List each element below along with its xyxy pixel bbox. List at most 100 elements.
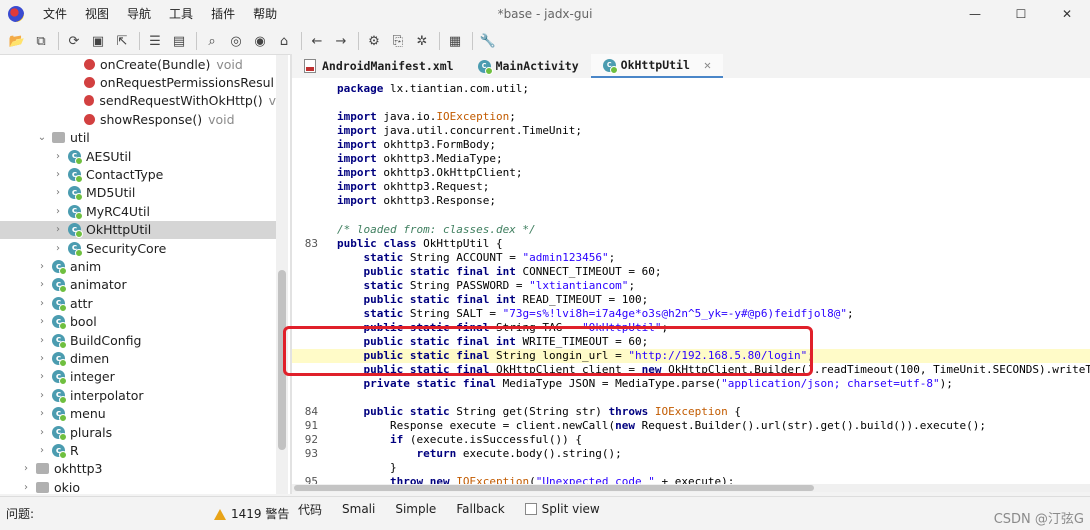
tree-item[interactable]: › c dimen xyxy=(0,349,276,368)
code-text[interactable]: Response execute = client.newCall(new Re… xyxy=(337,419,986,433)
view-tab-simple[interactable]: Simple xyxy=(395,502,436,516)
menu-item[interactable]: 工具 xyxy=(160,0,202,28)
view-tab-fallback[interactable]: Fallback xyxy=(456,502,504,516)
add-files-button[interactable]: ⧉ xyxy=(30,30,52,52)
tree-item[interactable]: › c bool xyxy=(0,313,276,331)
tab-androidmanifest-xml[interactable]: AndroidManifest.xml xyxy=(292,54,466,78)
tree-item[interactable]: › c R xyxy=(0,441,276,460)
home-button[interactable]: ⌂ xyxy=(273,30,295,52)
expand-toggle-icon[interactable]: ⌄ xyxy=(36,132,48,143)
expand-toggle-icon[interactable]: › xyxy=(36,371,48,382)
editor-scroll-thumb[interactable] xyxy=(294,485,814,491)
back-button[interactable]: ← xyxy=(306,30,328,52)
decompile-button[interactable]: ⎘ xyxy=(387,30,409,52)
tree-item[interactable]: › c integer xyxy=(0,368,276,386)
menu-item[interactable]: 文件 xyxy=(34,0,76,28)
split-view-checkbox[interactable]: Split view xyxy=(524,502,600,516)
tree-item[interactable]: onRequestPermissionsResul xyxy=(0,73,276,91)
tree-item[interactable]: onCreate(Bundle) void xyxy=(0,55,276,73)
flatten-button[interactable]: ☰ xyxy=(144,30,166,52)
tree-item[interactable]: › okhttp3 xyxy=(0,460,276,478)
tree-item[interactable]: › c interpolator xyxy=(0,386,276,404)
tree-item[interactable]: › c attr xyxy=(0,294,276,312)
view-tab-[interactable]: 代码 xyxy=(298,501,322,518)
forward-button[interactable]: → xyxy=(330,30,352,52)
expand-toggle-icon[interactable]: › xyxy=(36,445,48,456)
expand-toggle-icon[interactable]: › xyxy=(36,298,48,309)
tree-item[interactable]: › c MD5Util xyxy=(0,184,276,202)
code-text[interactable]: import okhttp3.Request; xyxy=(337,180,489,194)
expand-toggle-icon[interactable]: › xyxy=(52,243,64,254)
code-text[interactable]: /* loaded from: classes.dex */ xyxy=(337,223,536,237)
tree-scrollbar[interactable] xyxy=(276,55,288,494)
tree-item[interactable]: › okio xyxy=(0,478,276,494)
tree-item[interactable]: showResponse() void xyxy=(0,110,276,128)
code-text[interactable]: public static String get(String str) thr… xyxy=(337,405,742,419)
expand-toggle-icon[interactable]: › xyxy=(36,261,48,272)
tab-close-icon[interactable]: ✕ xyxy=(704,58,711,72)
code-text[interactable]: import okhttp3.OkHttpClient; xyxy=(337,166,522,180)
deobfuscation-button[interactable]: ⚙ xyxy=(363,30,385,52)
tree-item[interactable]: › c BuildConfig xyxy=(0,331,276,349)
menu-item[interactable]: 导航 xyxy=(118,0,160,28)
save-button[interactable]: ▣ xyxy=(87,30,109,52)
log-button[interactable]: ▦ xyxy=(444,30,466,52)
expand-toggle-icon[interactable]: › xyxy=(20,482,32,493)
expand-toggle-icon[interactable]: › xyxy=(36,353,48,364)
tree-item[interactable]: › c animator xyxy=(0,276,276,294)
search-button[interactable]: ⌕ xyxy=(201,30,223,52)
package-button[interactable]: ▤ xyxy=(168,30,190,52)
menu-item[interactable]: 帮助 xyxy=(244,0,286,28)
code-text[interactable]: private static final MediaType JSON = Me… xyxy=(337,377,953,391)
tree-item[interactable]: › c SecurityCore xyxy=(0,239,276,257)
code-text[interactable]: return execute.body().string(); xyxy=(337,447,621,461)
code-text[interactable]: import okhttp3.MediaType; xyxy=(337,152,503,166)
expand-toggle-icon[interactable]: › xyxy=(52,151,64,162)
tree-item[interactable]: › c anim xyxy=(0,257,276,276)
expand-toggle-icon[interactable]: › xyxy=(36,408,48,419)
tab-okhttputil[interactable]: c OkHttpUtil ✕ xyxy=(590,54,724,78)
open-button[interactable]: 📂 xyxy=(6,30,28,52)
code-text[interactable]: import java.util.concurrent.TimeUnit; xyxy=(337,124,582,138)
editor-horizontal-scrollbar[interactable] xyxy=(292,484,1090,492)
code-text[interactable]: import java.io.IOException; xyxy=(337,110,516,124)
menu-item[interactable]: 插件 xyxy=(202,0,244,28)
expand-toggle-icon[interactable]: › xyxy=(20,463,32,474)
tree-item[interactable]: › c menu xyxy=(0,405,276,423)
export-button[interactable]: ⇱ xyxy=(111,30,133,52)
expand-toggle-icon[interactable]: › xyxy=(36,279,48,290)
tree-item[interactable]: › c plurals xyxy=(0,423,276,441)
code-text[interactable]: static String ACCOUNT = "admin123456"; xyxy=(337,251,616,265)
code-text[interactable]: public static final int READ_TIMEOUT = 1… xyxy=(337,293,649,307)
expand-toggle-icon[interactable]: › xyxy=(36,427,48,438)
expand-toggle-icon[interactable]: › xyxy=(52,206,64,217)
code-text[interactable]: package lx.tiantian.com.util; xyxy=(337,82,529,96)
code-text[interactable]: import okhttp3.Response; xyxy=(337,194,496,208)
code-text[interactable]: if (execute.isSuccessful()) { xyxy=(337,433,582,447)
debug-button[interactable]: ✲ xyxy=(411,30,433,52)
maximize-button[interactable]: ☐ xyxy=(998,0,1044,28)
tree-item[interactable]: › c MyRC4Util xyxy=(0,202,276,220)
find-class-button[interactable]: ◎ xyxy=(225,30,247,52)
code-text[interactable]: public class OkHttpUtil { xyxy=(337,237,503,251)
sync-button[interactable]: ⟳ xyxy=(63,30,85,52)
close-button[interactable]: ✕ xyxy=(1044,0,1090,28)
tree-item[interactable]: › c OkHttpUtil xyxy=(0,220,276,239)
tree-item[interactable]: › c AESUtil xyxy=(0,147,276,165)
code-text[interactable]: public static final int CONNECT_TIMEOUT … xyxy=(337,265,662,279)
code-text[interactable]: static String SALT = "73g=s%!lvi8h=i7a4g… xyxy=(337,307,854,321)
expand-toggle-icon[interactable]: › xyxy=(52,169,64,180)
expand-toggle-icon[interactable]: › xyxy=(36,390,48,401)
tree-item[interactable]: ⌄ util xyxy=(0,129,276,147)
tree-item[interactable]: sendRequestWithOkHttp() v xyxy=(0,92,276,110)
expand-toggle-icon[interactable]: › xyxy=(36,335,48,346)
code-text[interactable]: static String PASSWORD = "lxtiantiancom"… xyxy=(337,279,636,293)
warnings-indicator[interactable]: 1419 警告 xyxy=(214,497,289,530)
find-usage-button[interactable]: ◉ xyxy=(249,30,271,52)
tree-item[interactable]: › c ContactType xyxy=(0,165,276,184)
expand-toggle-icon[interactable]: › xyxy=(36,316,48,327)
code-text[interactable]: import okhttp3.FormBody; xyxy=(337,138,496,152)
expand-toggle-icon[interactable]: › xyxy=(52,187,64,198)
minimize-button[interactable]: — xyxy=(952,0,998,28)
view-tab-smali[interactable]: Smali xyxy=(342,502,375,516)
